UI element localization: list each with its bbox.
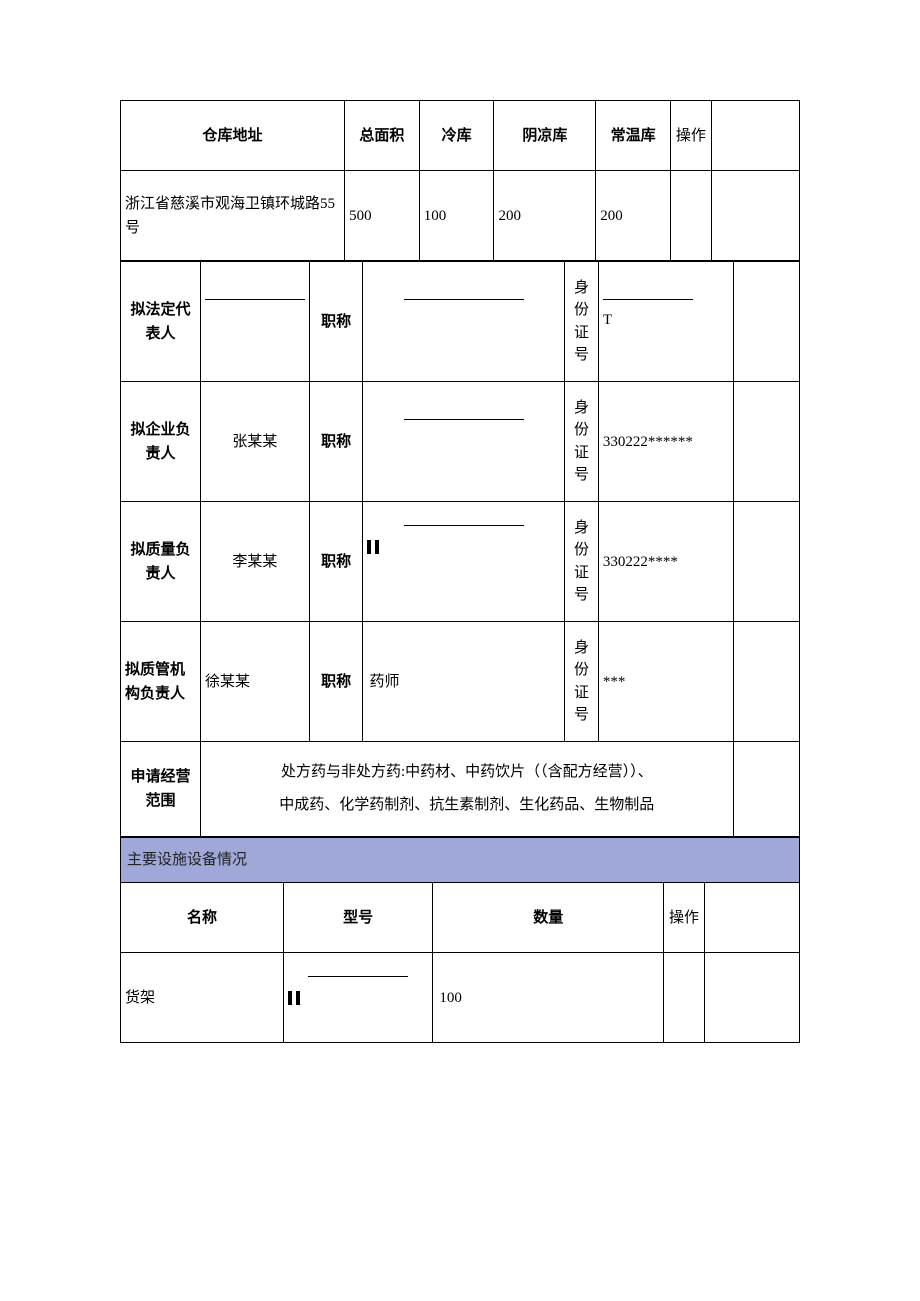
legal-rep-label: 拟法定代表人	[121, 262, 201, 382]
quality-head-blank	[733, 502, 799, 622]
quality-head-title-value	[363, 502, 565, 622]
warehouse-address-value: 浙江省慈溪市观海卫镇环城路55 号	[121, 171, 345, 261]
legal-rep-name	[200, 262, 309, 382]
qc-org-head-name: 徐某某	[200, 622, 309, 742]
quality-head-id-label: 身份证号	[565, 502, 599, 622]
business-scope-value: 处方药与非处方药:中药材、中药饮片（（含配方经营））、 中成药、化学药制剂、抗生…	[200, 742, 733, 837]
blank-cell	[711, 171, 799, 261]
enterprise-head-id-value: 330222******	[598, 382, 733, 502]
warehouse-table: 仓库地址 总面积 冷库 阴凉库 常温库 操作 浙江省慈溪市观海卫镇环城路55 号…	[120, 100, 800, 261]
business-scope-label: 申请经营范围	[121, 742, 201, 837]
business-scope-blank	[733, 742, 799, 837]
header-total-area: 总面积	[345, 101, 420, 171]
qc-org-head-title-value: 药师	[363, 622, 565, 742]
enterprise-head-title-value	[363, 382, 565, 502]
header-blank	[711, 101, 799, 171]
equipment-header-operation: 操作	[664, 883, 705, 953]
equipment-item-quantity: 100	[433, 953, 664, 1043]
header-warehouse-address: 仓库地址	[121, 101, 345, 171]
quality-head-id-value: 330222****	[598, 502, 733, 622]
equipment-header-blank	[704, 883, 799, 953]
equipment-header-quantity: 数量	[433, 883, 664, 953]
equipment-item-name: 货架	[121, 953, 284, 1043]
header-normal-storage: 常温库	[596, 101, 671, 171]
total-area-value: 500	[345, 171, 420, 261]
quality-head-title-label: 职称	[309, 502, 363, 622]
enterprise-head-name: 张某某	[200, 382, 309, 502]
pause-icon	[367, 540, 379, 554]
equipment-header-model: 型号	[283, 883, 432, 953]
qc-org-head-blank	[733, 622, 799, 742]
persons-table: 拟法定代表人 职称 身份证号 T 拟企业负责人 张某某 职称 身份证号 3302…	[120, 261, 800, 837]
qc-org-head-id-label: 身份证号	[565, 622, 599, 742]
legal-rep-title-label: 职称	[309, 262, 363, 382]
equipment-item-op	[664, 953, 705, 1043]
qc-org-head-title-label: 职称	[309, 622, 363, 742]
equipment-section-header: 主要设施设备情况	[121, 838, 800, 883]
qc-org-head-id-value: ***	[598, 622, 733, 742]
legal-rep-id-label: 身份证号	[565, 262, 599, 382]
cold-storage-value: 100	[419, 171, 494, 261]
header-operation: 操作	[670, 101, 711, 171]
enterprise-head-label: 拟企业负责人	[121, 382, 201, 502]
qc-org-head-label: 拟质管机构负责人	[121, 622, 201, 742]
pause-icon	[288, 991, 300, 1005]
header-cool-storage: 阴凉库	[494, 101, 596, 171]
legal-rep-id-value: T	[598, 262, 733, 382]
cool-storage-value: 200	[494, 171, 596, 261]
header-cold-storage: 冷库	[419, 101, 494, 171]
equipment-header-name: 名称	[121, 883, 284, 953]
enterprise-head-blank	[733, 382, 799, 502]
quality-head-label: 拟质量负责人	[121, 502, 201, 622]
quality-head-name: 李某某	[200, 502, 309, 622]
legal-rep-title-value	[363, 262, 565, 382]
enterprise-head-title-label: 职称	[309, 382, 363, 502]
operation-cell	[670, 171, 711, 261]
equipment-table: 主要设施设备情况 名称 型号 数量 操作 货架 100	[120, 837, 800, 1043]
legal-rep-blank	[733, 262, 799, 382]
normal-storage-value: 200	[596, 171, 671, 261]
equipment-item-blank	[704, 953, 799, 1043]
equipment-item-model	[283, 953, 432, 1043]
enterprise-head-id-label: 身份证号	[565, 382, 599, 502]
